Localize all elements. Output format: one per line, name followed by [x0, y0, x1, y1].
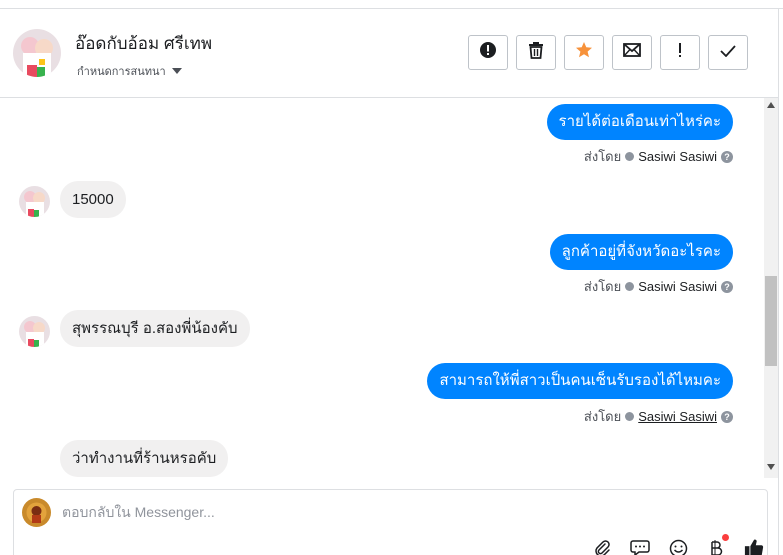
report-button[interactable] — [468, 35, 508, 70]
outgoing-message[interactable]: รายได้ต่อเดือนเท่าไหร่คะ — [546, 104, 733, 140]
sender-dot-icon — [625, 152, 635, 161]
check-icon — [720, 44, 736, 62]
sender-dot-icon — [625, 412, 635, 421]
thumbs-up-icon[interactable] — [744, 538, 764, 555]
envelope-icon — [623, 43, 641, 62]
saved-reply-icon[interactable] — [630, 538, 650, 555]
star-button[interactable] — [564, 35, 604, 70]
incoming-message[interactable]: สุพรรณบุรี อ.สองพี่น้องคับ — [60, 310, 250, 347]
contact-avatar-small[interactable] — [19, 186, 50, 217]
composer-tools — [592, 534, 764, 555]
trash-icon — [528, 41, 544, 64]
star-icon — [575, 41, 593, 64]
message-composer — [13, 489, 768, 555]
sent-by-line: ส่งโดย Sasiwi Sasiwi ? — [584, 406, 733, 427]
contact-name[interactable]: อ๊อดกับอ้อม ศรีเทพ — [75, 30, 212, 57]
mark-unread-button[interactable] — [612, 35, 652, 70]
done-button[interactable] — [708, 35, 748, 70]
conversation-header: อ๊อดกับอ้อม ศรีเทพ กำหนดการสนทนา — [0, 9, 778, 98]
incoming-message[interactable]: ว่าทำงานที่ร้านหรอคับ — [60, 440, 229, 477]
sender-dot-icon — [625, 282, 635, 291]
sender-name[interactable]: Sasiwi Sasiwi — [638, 409, 717, 424]
scroll-thumb[interactable] — [765, 276, 777, 366]
contact-avatar[interactable] — [13, 29, 61, 77]
help-icon[interactable]: ? — [721, 410, 733, 423]
sent-by-line: ส่งโดย Sasiwi Sasiwi ? — [584, 146, 733, 167]
page-avatar — [22, 498, 51, 527]
help-icon[interactable]: ? — [721, 150, 733, 163]
sent-by-label: ส่งโดย — [583, 149, 622, 164]
notification-dot — [722, 534, 729, 541]
alert-circle-icon — [479, 41, 497, 64]
reply-input[interactable] — [62, 504, 662, 520]
thread-scrollbar[interactable] — [764, 98, 778, 478]
sender-name[interactable]: Sasiwi Sasiwi — [638, 279, 717, 294]
contact-avatar-small[interactable] — [19, 316, 50, 347]
help-icon[interactable]: ? — [721, 280, 733, 293]
conversation-status-label: กำหนดการสนทนา — [77, 66, 166, 78]
exclamation-icon — [677, 42, 683, 63]
delete-button[interactable] — [516, 35, 556, 70]
scroll-up-arrow-icon[interactable] — [767, 102, 775, 108]
paperclip-icon[interactable] — [592, 538, 612, 555]
scroll-down-arrow-icon[interactable] — [767, 464, 775, 470]
bot-icon[interactable] — [706, 534, 729, 555]
sender-name[interactable]: Sasiwi Sasiwi — [638, 149, 717, 164]
emoji-icon[interactable] — [668, 538, 688, 555]
outgoing-message[interactable]: ลูกค้าอยู่ที่จังหวัดอะไรคะ — [549, 234, 733, 270]
conversation-status-dropdown[interactable]: กำหนดการสนทนา — [77, 62, 182, 80]
caret-down-icon — [171, 68, 182, 74]
incoming-message[interactable]: 15000 — [60, 181, 126, 218]
sent-by-label: ส่งโดย — [583, 279, 622, 294]
sent-by-line: ส่งโดย Sasiwi Sasiwi ? — [584, 276, 733, 297]
conversation-actions — [468, 35, 748, 70]
outgoing-message[interactable]: สามารถให้พี่สาวเป็นคนเซ็นรับรองได้ไหมคะ — [427, 363, 733, 399]
sent-by-label: ส่งโดย — [583, 409, 622, 424]
spam-button[interactable] — [660, 35, 700, 70]
message-thread[interactable]: รายได้ต่อเดือนเท่าไหร่คะ ส่งโดย Sasiwi S… — [0, 98, 763, 480]
